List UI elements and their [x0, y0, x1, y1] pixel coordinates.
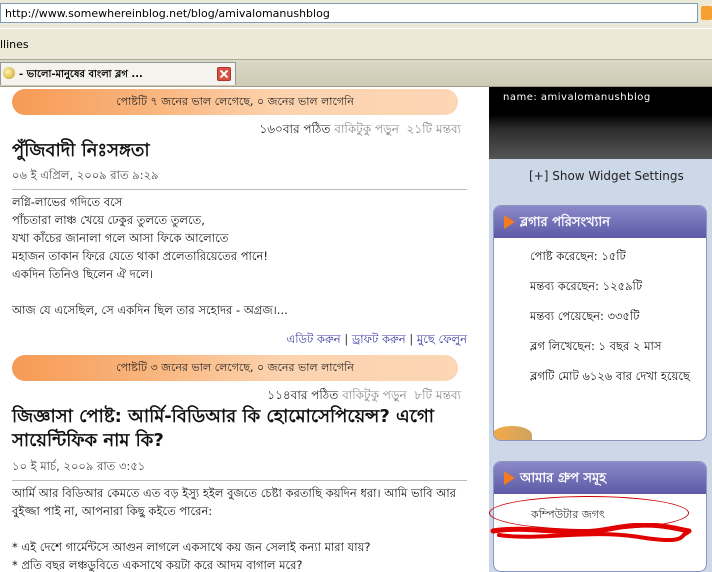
- post-date: ০৬ ই এপ্রিল, ২০০৯ রাত ৯:২৯: [12, 167, 467, 190]
- links-toolbar: llines: [0, 28, 712, 60]
- arrow-icon: [504, 471, 515, 485]
- read-count: ১৬০বার পঠিত: [259, 122, 331, 136]
- excerpt-line: লগ্নি-লাভের গদিতে বসে: [12, 195, 123, 209]
- post-meta: ১৬০বার পঠিত বাকিটুকু পড়ুন ২১টি মন্তব্য: [259, 121, 461, 141]
- excerpt-line: পাঁচতারা লাঞ্চ খেয়ে ঢেকুর তুলতে তুলতে,: [12, 213, 205, 227]
- groups-panel-title: আমার গ্রুপ সমূহ: [520, 471, 607, 486]
- links-label[interactable]: llines: [0, 38, 29, 51]
- delete-link[interactable]: মুছে ফেলুন: [417, 332, 467, 346]
- post-meta: ১১৪বার পঠিত বাকিটুকু পড়ুন ৮টি মন্তব্য: [267, 387, 461, 407]
- stat-comments-received: মন্তব্য পেয়েছেন: ৩৩৫টি: [530, 309, 640, 323]
- sidebar: name: amivalomanushblog [+] Show Widget …: [489, 87, 712, 572]
- rss-feed-icon[interactable]: [701, 6, 712, 20]
- tab-close-icon[interactable]: [217, 67, 231, 81]
- stat-blog-age: ব্লগ লিখেছেন: ১ বছর ২ মাস: [530, 339, 662, 353]
- post-excerpt: লগ্নি-লাভের গদিতে বসে পাঁচতারা লাঞ্চ খেয…: [12, 193, 467, 319]
- stat-views: ব্লগটি মোট ৬১২৬ বার দেখা হয়েছে: [530, 369, 690, 383]
- stats-panel-header: ব্লগার পরিসংখ্যান: [494, 206, 706, 238]
- tab-title: - ভালো-মানুষের বাংলা ব্লগ ...: [19, 69, 143, 80]
- favicon-icon: [3, 67, 15, 79]
- tab-blog[interactable]: - ভালো-মানুষের বাংলা ব্লগ ...: [0, 62, 236, 85]
- post-excerpt: আর্মি আর বিডিআর কেমতে এত বড় ইস্যু হইল ব…: [12, 484, 467, 572]
- draft-link[interactable]: ড্রাফট করুন: [352, 332, 406, 346]
- excerpt-line: আর্মি আর বিডিআর কেমতে এত বড় ইস্যু হইল ব…: [12, 486, 456, 518]
- excerpt-line: যখা কাঁচের জানালা গলে আসা ফিকে আলোতে: [12, 231, 229, 245]
- annotation-scribble: [490, 523, 692, 542]
- read-more-link[interactable]: বাকিটুকু পড়ুন: [342, 388, 407, 402]
- stat-posts: পোষ্ট করেছেন: ১৫টি: [530, 249, 626, 263]
- likes-bar: পোষ্টটি ৩ জনের ভাল লেগেছে, ০ জনের ভাল লা…: [12, 355, 458, 381]
- blog-content: পোষ্টটি ৭ জনের ভাল লেগেছে, ০ জনের ভাল লা…: [0, 87, 489, 572]
- arrow-icon: [504, 215, 515, 229]
- post-title[interactable]: জিজ্ঞাসা পোষ্ট: আর্মি-বিডিআর কি হোমোসেপি…: [12, 405, 467, 453]
- blogger-name: name: amivalomanushblog: [503, 92, 651, 103]
- blogger-stats-panel: ব্লগার পরিসংখ্যান পোষ্ট করেছেন: ১৫টি মন্…: [493, 205, 707, 441]
- decorative-swirl-icon: [494, 426, 532, 440]
- excerpt-line: একদিন তিনিও ছিলেন ঐ দলে।: [12, 267, 154, 281]
- tab-bar: - ভালো-মানুষের বাংলা ব্লগ ...: [0, 60, 712, 87]
- post-title[interactable]: পুঁজিবাদী নিঃসঙ্গতা: [12, 139, 150, 163]
- excerpt-line: * প্রতি বছর লঞ্চডুবিতে একসাথে কয়টা করে …: [12, 558, 303, 572]
- stat-comments-made: মন্তব্য করেছেন: ১২৫৯টি: [530, 279, 643, 293]
- edit-link[interactable]: এডিট করুন: [286, 332, 340, 346]
- read-count: ১১৪বার পঠিত: [267, 388, 339, 402]
- stats-panel-title: ব্লগার পরিসংখ্যান: [520, 215, 610, 230]
- post-date: ১০ ই মার্চ, ২০০৯ রাত ৩:৫১: [12, 458, 467, 481]
- excerpt-line: আজ যে এসেছিল, সে একদিন ছিল তার সহোদর - অ…: [12, 303, 288, 317]
- excerpt-line: * এই দেশে গার্মেন্টসে আগুন লাগলে একসাথে …: [12, 540, 371, 554]
- address-input[interactable]: http://www.somewhereinblog.net/blog/amiv…: [0, 3, 698, 23]
- blogger-name-bar: name: amivalomanushblog: [489, 87, 712, 159]
- excerpt-line: মহাজন তাকান ফিরে যেতে থাকা প্রলেতারিয়েত…: [12, 249, 268, 263]
- comments-link[interactable]: ২১টি মন্তব্য: [407, 122, 461, 136]
- show-widget-settings-link[interactable]: [+] Show Widget Settings: [529, 169, 684, 183]
- read-more-link[interactable]: বাকিটুকু পড়ুন: [334, 122, 399, 136]
- excerpt-spacer: [12, 520, 467, 538]
- groups-panel-header: আমার গ্রুপ সমূহ: [494, 462, 706, 494]
- excerpt-spacer: [12, 283, 467, 301]
- comments-link[interactable]: ৮টি মন্তব্য: [414, 388, 461, 402]
- address-bar-area: http://www.somewhereinblog.net/blog/amiv…: [0, 0, 712, 28]
- post-actions: এডিট করুন | ড্রাফট করুন | মুছে ফেলুন: [286, 332, 467, 346]
- likes-bar: পোষ্টটি ৭ জনের ভাল লেগেছে, ০ জনের ভাল লা…: [12, 89, 458, 115]
